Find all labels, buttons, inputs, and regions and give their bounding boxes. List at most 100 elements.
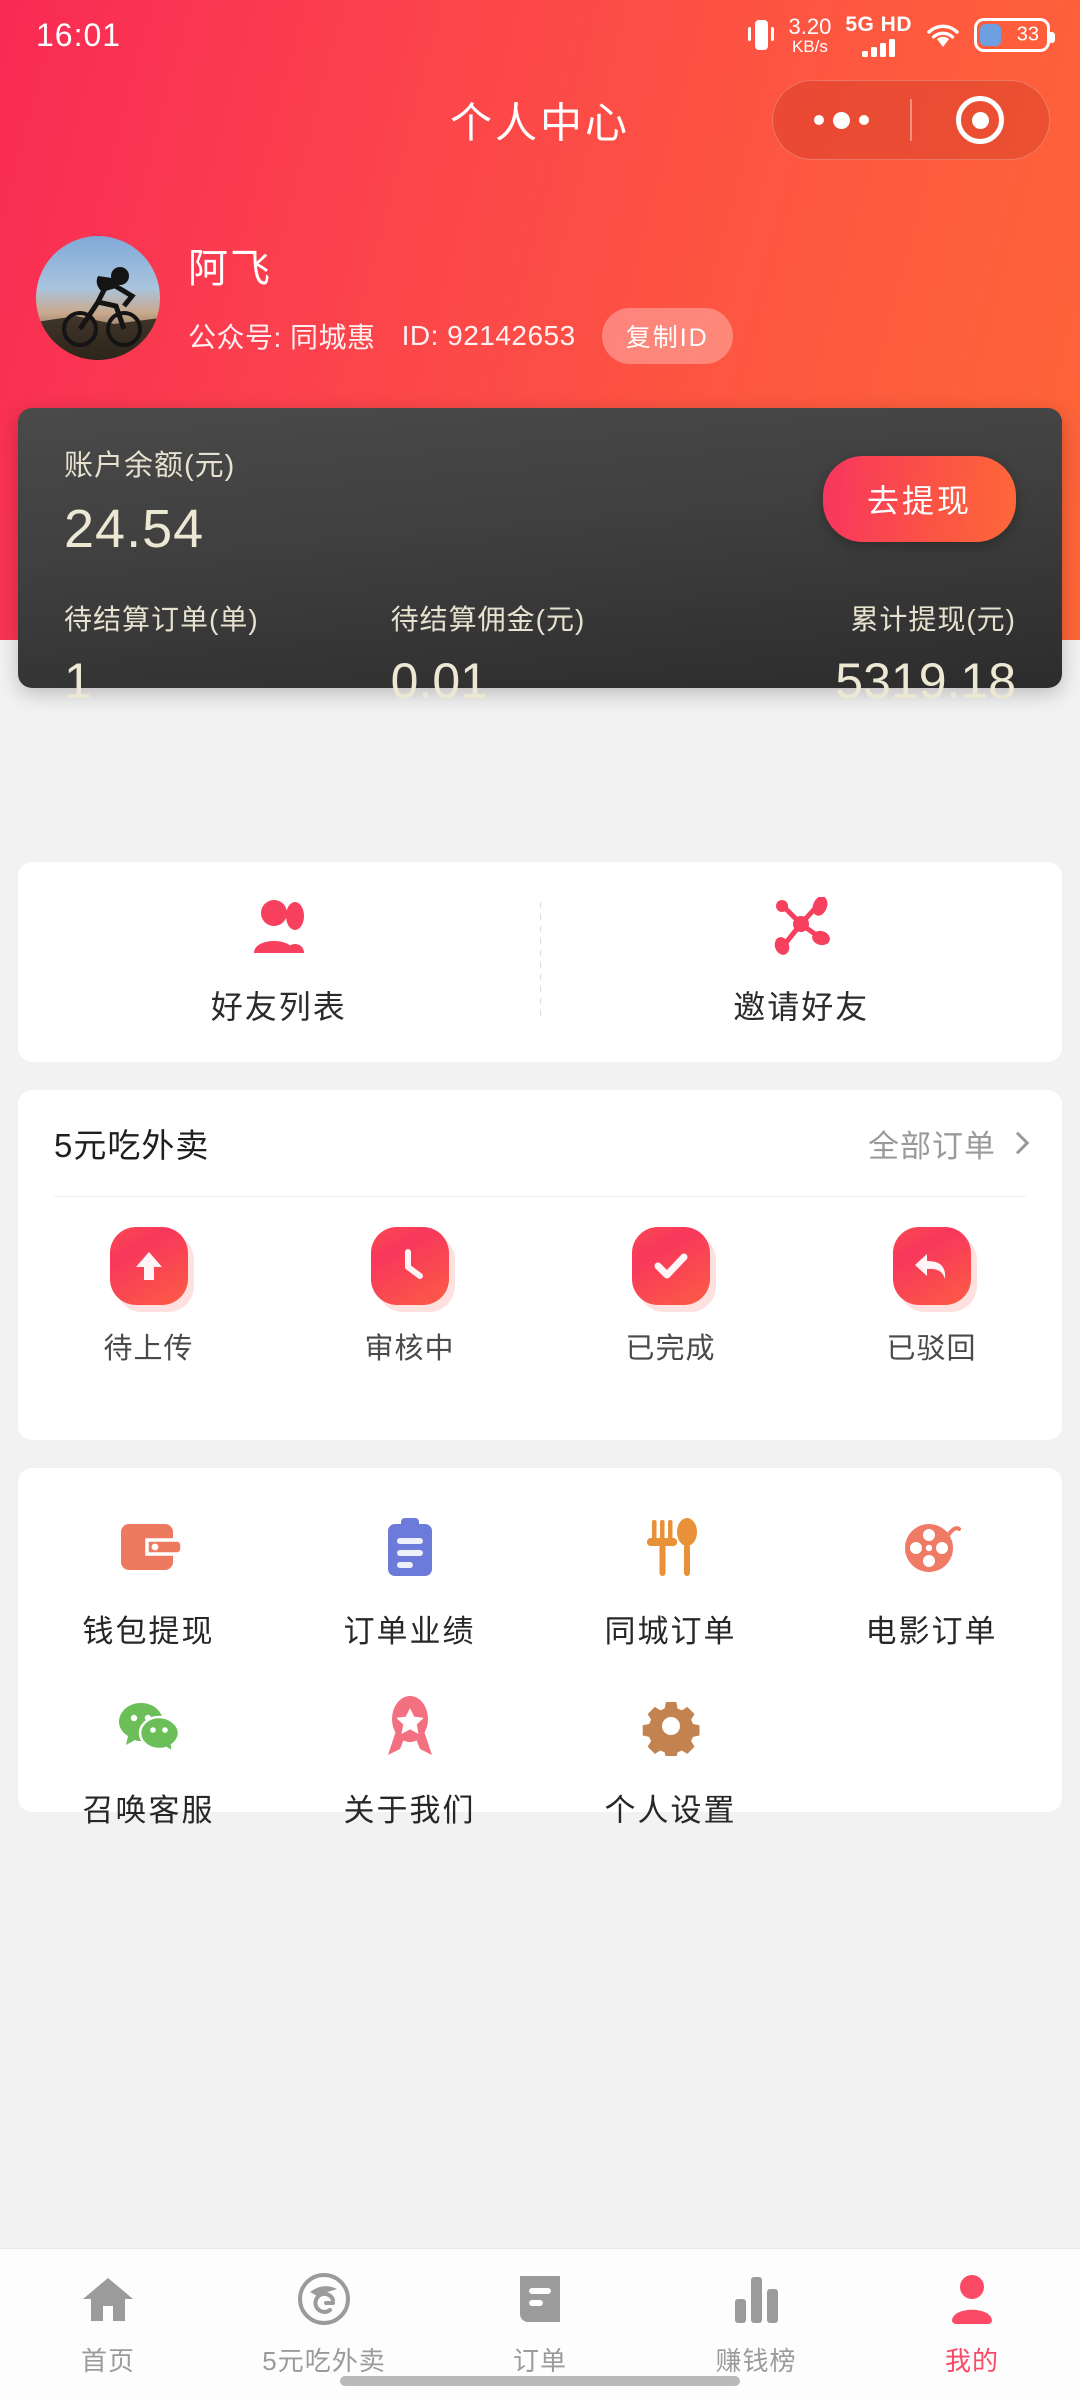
menu-item-order-performance[interactable]: 订单业绩 <box>279 1514 540 1651</box>
order-status-label: 审核中 <box>364 1333 455 1365</box>
chevron-right-icon <box>1006 1131 1030 1155</box>
menu-item-about-us[interactable]: 关于我们 <box>279 1693 540 1830</box>
status-bar-time: 16:01 <box>36 16 122 53</box>
invite-friend-label: 邀请好友 <box>733 988 870 1025</box>
menu-item-label: 召唤客服 <box>82 1793 215 1828</box>
order-status-label: 已完成 <box>625 1333 716 1365</box>
orders-title: 5元吃外卖 <box>54 1127 210 1164</box>
title-bar: 个人中心 <box>0 75 1080 165</box>
stat-value: 5319.18 <box>835 653 1017 709</box>
network-speed-value: 3.20 <box>788 13 832 39</box>
menu-item-label: 同城订单 <box>604 1614 737 1649</box>
fork-spoon-icon <box>642 1514 700 1580</box>
user-id-label: ID: 92142653 <box>401 320 576 351</box>
order-status-reviewing[interactable]: 审核中 <box>279 1227 540 1367</box>
eleme-icon <box>297 2269 351 2329</box>
withdraw-button[interactable]: 去提现 <box>822 456 1016 542</box>
menu-empty-slot <box>801 1693 1062 1830</box>
menu-row-2: 召唤客服 关于我们 个人设置 <box>18 1693 1062 1830</box>
profile-section[interactable]: 阿飞 公众号: 同城惠 ID: 92142653 复制ID <box>36 232 733 364</box>
tab-profile[interactable]: 我的 <box>864 2269 1080 2378</box>
orders-status-grid: 待上传 审核中 已完成 已驳回 <box>18 1197 1062 1367</box>
order-status-label: 已驳回 <box>886 1333 977 1365</box>
wechat-icon <box>117 1693 181 1759</box>
stat-value: 1 <box>64 653 92 709</box>
bottom-tab-bar: 首页 5元吃外卖 订单 赚钱榜 我的 <box>0 2248 1080 2400</box>
stat-label: 累计提现(元) <box>850 604 1017 635</box>
tab-label: 赚钱榜 <box>715 2346 797 2376</box>
tab-home[interactable]: 首页 <box>0 2269 216 2378</box>
wallet-icon <box>117 1514 181 1580</box>
stat-label: 待结算佣金(元) <box>390 604 586 635</box>
menu-item-customer-service[interactable]: 召唤客服 <box>18 1693 279 1830</box>
person-icon <box>946 2269 998 2329</box>
balance-stats-row: 待结算订单(单) 1 待结算佣金(元) 0.01 累计提现(元) 5319.18 <box>64 598 1016 710</box>
stat-value: 0.01 <box>390 653 488 709</box>
menu-grid-card: 钱包提现 订单业绩 同城订单 电影订单 召唤客服 关于我们 个人设置 <box>18 1468 1062 1828</box>
home-indicator <box>340 2376 740 2386</box>
menu-item-local-orders[interactable]: 同城订单 <box>540 1514 801 1651</box>
bar-chart-icon <box>729 2269 783 2329</box>
wifi-icon <box>926 22 960 48</box>
copy-id-button[interactable]: 复制ID <box>601 308 733 364</box>
share-network-icon <box>770 895 832 960</box>
menu-item-label: 关于我们 <box>343 1793 476 1828</box>
clipboard-icon <box>382 1514 438 1580</box>
target-circle-icon <box>956 96 1005 144</box>
more-menu-button[interactable] <box>773 111 910 129</box>
signal-bars-icon <box>845 38 912 57</box>
menu-item-label: 订单业绩 <box>343 1614 476 1649</box>
menu-item-wallet-withdraw[interactable]: 钱包提现 <box>18 1514 279 1651</box>
stat-label: 待结算订单(单) <box>64 604 259 635</box>
miniprogram-capsule[interactable] <box>772 80 1050 160</box>
balance-value: 24.54 <box>64 499 205 559</box>
orders-card: 5元吃外卖 全部订单 待上传 审核中 已完成 已驳回 <box>18 1090 1062 1440</box>
menu-item-label: 个人设置 <box>604 1793 737 1828</box>
menu-row-1: 钱包提现 订单业绩 同城订单 电影订单 <box>18 1514 1062 1651</box>
balance-label: 账户余额(元) <box>64 450 236 482</box>
battery-percent-label: 33 <box>1016 23 1039 46</box>
profile-name: 阿飞 <box>188 247 272 291</box>
cellular-indicator: 5G HD <box>845 13 912 57</box>
clock-icon <box>370 1227 449 1305</box>
all-orders-label: 全部订单 <box>868 1128 996 1164</box>
tab-earnings-rank[interactable]: 赚钱榜 <box>648 2269 864 2378</box>
close-miniprogram-button[interactable] <box>912 96 1049 144</box>
order-status-pending-upload[interactable]: 待上传 <box>18 1227 279 1367</box>
check-icon <box>631 1227 710 1305</box>
tab-takeout[interactable]: 5元吃外卖 <box>216 2269 432 2378</box>
medal-icon <box>382 1693 438 1759</box>
network-type-label: 5G HD <box>845 13 912 37</box>
all-orders-link[interactable]: 全部订单 <box>868 1121 1030 1166</box>
orders-header: 5元吃外卖 全部订单 <box>18 1090 1062 1196</box>
official-account-label: 公众号: 同城惠 <box>188 322 376 353</box>
profile-info: 阿飞 公众号: 同城惠 ID: 92142653 复制ID <box>188 232 733 364</box>
balance-card: 账户余额(元) 24.54 去提现 待结算订单(单) 1 待结算佣金(元) 0.… <box>18 408 1062 709</box>
network-speed-unit: KB/s <box>791 36 828 56</box>
vibrate-icon <box>748 18 775 52</box>
menu-item-personal-settings[interactable]: 个人设置 <box>540 1693 801 1830</box>
menu-item-label: 钱包提现 <box>82 1614 215 1649</box>
order-list-icon <box>516 2269 564 2329</box>
tab-orders[interactable]: 订单 <box>432 2269 648 2378</box>
battery-icon: 33 <box>974 18 1055 52</box>
friend-list-button[interactable]: 好友列表 <box>18 862 540 1062</box>
stat-pending-commission: 待结算佣金(元) 0.01 <box>377 598 704 710</box>
stat-pending-orders: 待结算订单(单) 1 <box>64 598 377 710</box>
more-dots-icon <box>814 111 870 129</box>
film-reel-icon <box>901 1514 963 1580</box>
menu-item-label: 电影订单 <box>865 1614 998 1649</box>
order-status-completed[interactable]: 已完成 <box>540 1227 801 1367</box>
invite-friend-button[interactable]: 邀请好友 <box>541 862 1063 1062</box>
order-status-rejected[interactable]: 已驳回 <box>801 1227 1062 1367</box>
tab-label: 订单 <box>512 2346 567 2376</box>
network-speed-indicator: 3.20 KB/s <box>788 13 832 56</box>
friend-list-label: 好友列表 <box>210 988 347 1025</box>
home-icon <box>81 2269 135 2329</box>
status-bar-indicators: 3.20 KB/s 5G HD 33 <box>748 13 1055 57</box>
friends-card: 好友列表 邀请好友 <box>18 862 1062 1062</box>
tab-label: 我的 <box>944 2346 999 2376</box>
reply-arrow-icon <box>892 1227 971 1305</box>
cyclist-avatar[interactable] <box>36 236 160 360</box>
menu-item-movie-orders[interactable]: 电影订单 <box>801 1514 1062 1651</box>
